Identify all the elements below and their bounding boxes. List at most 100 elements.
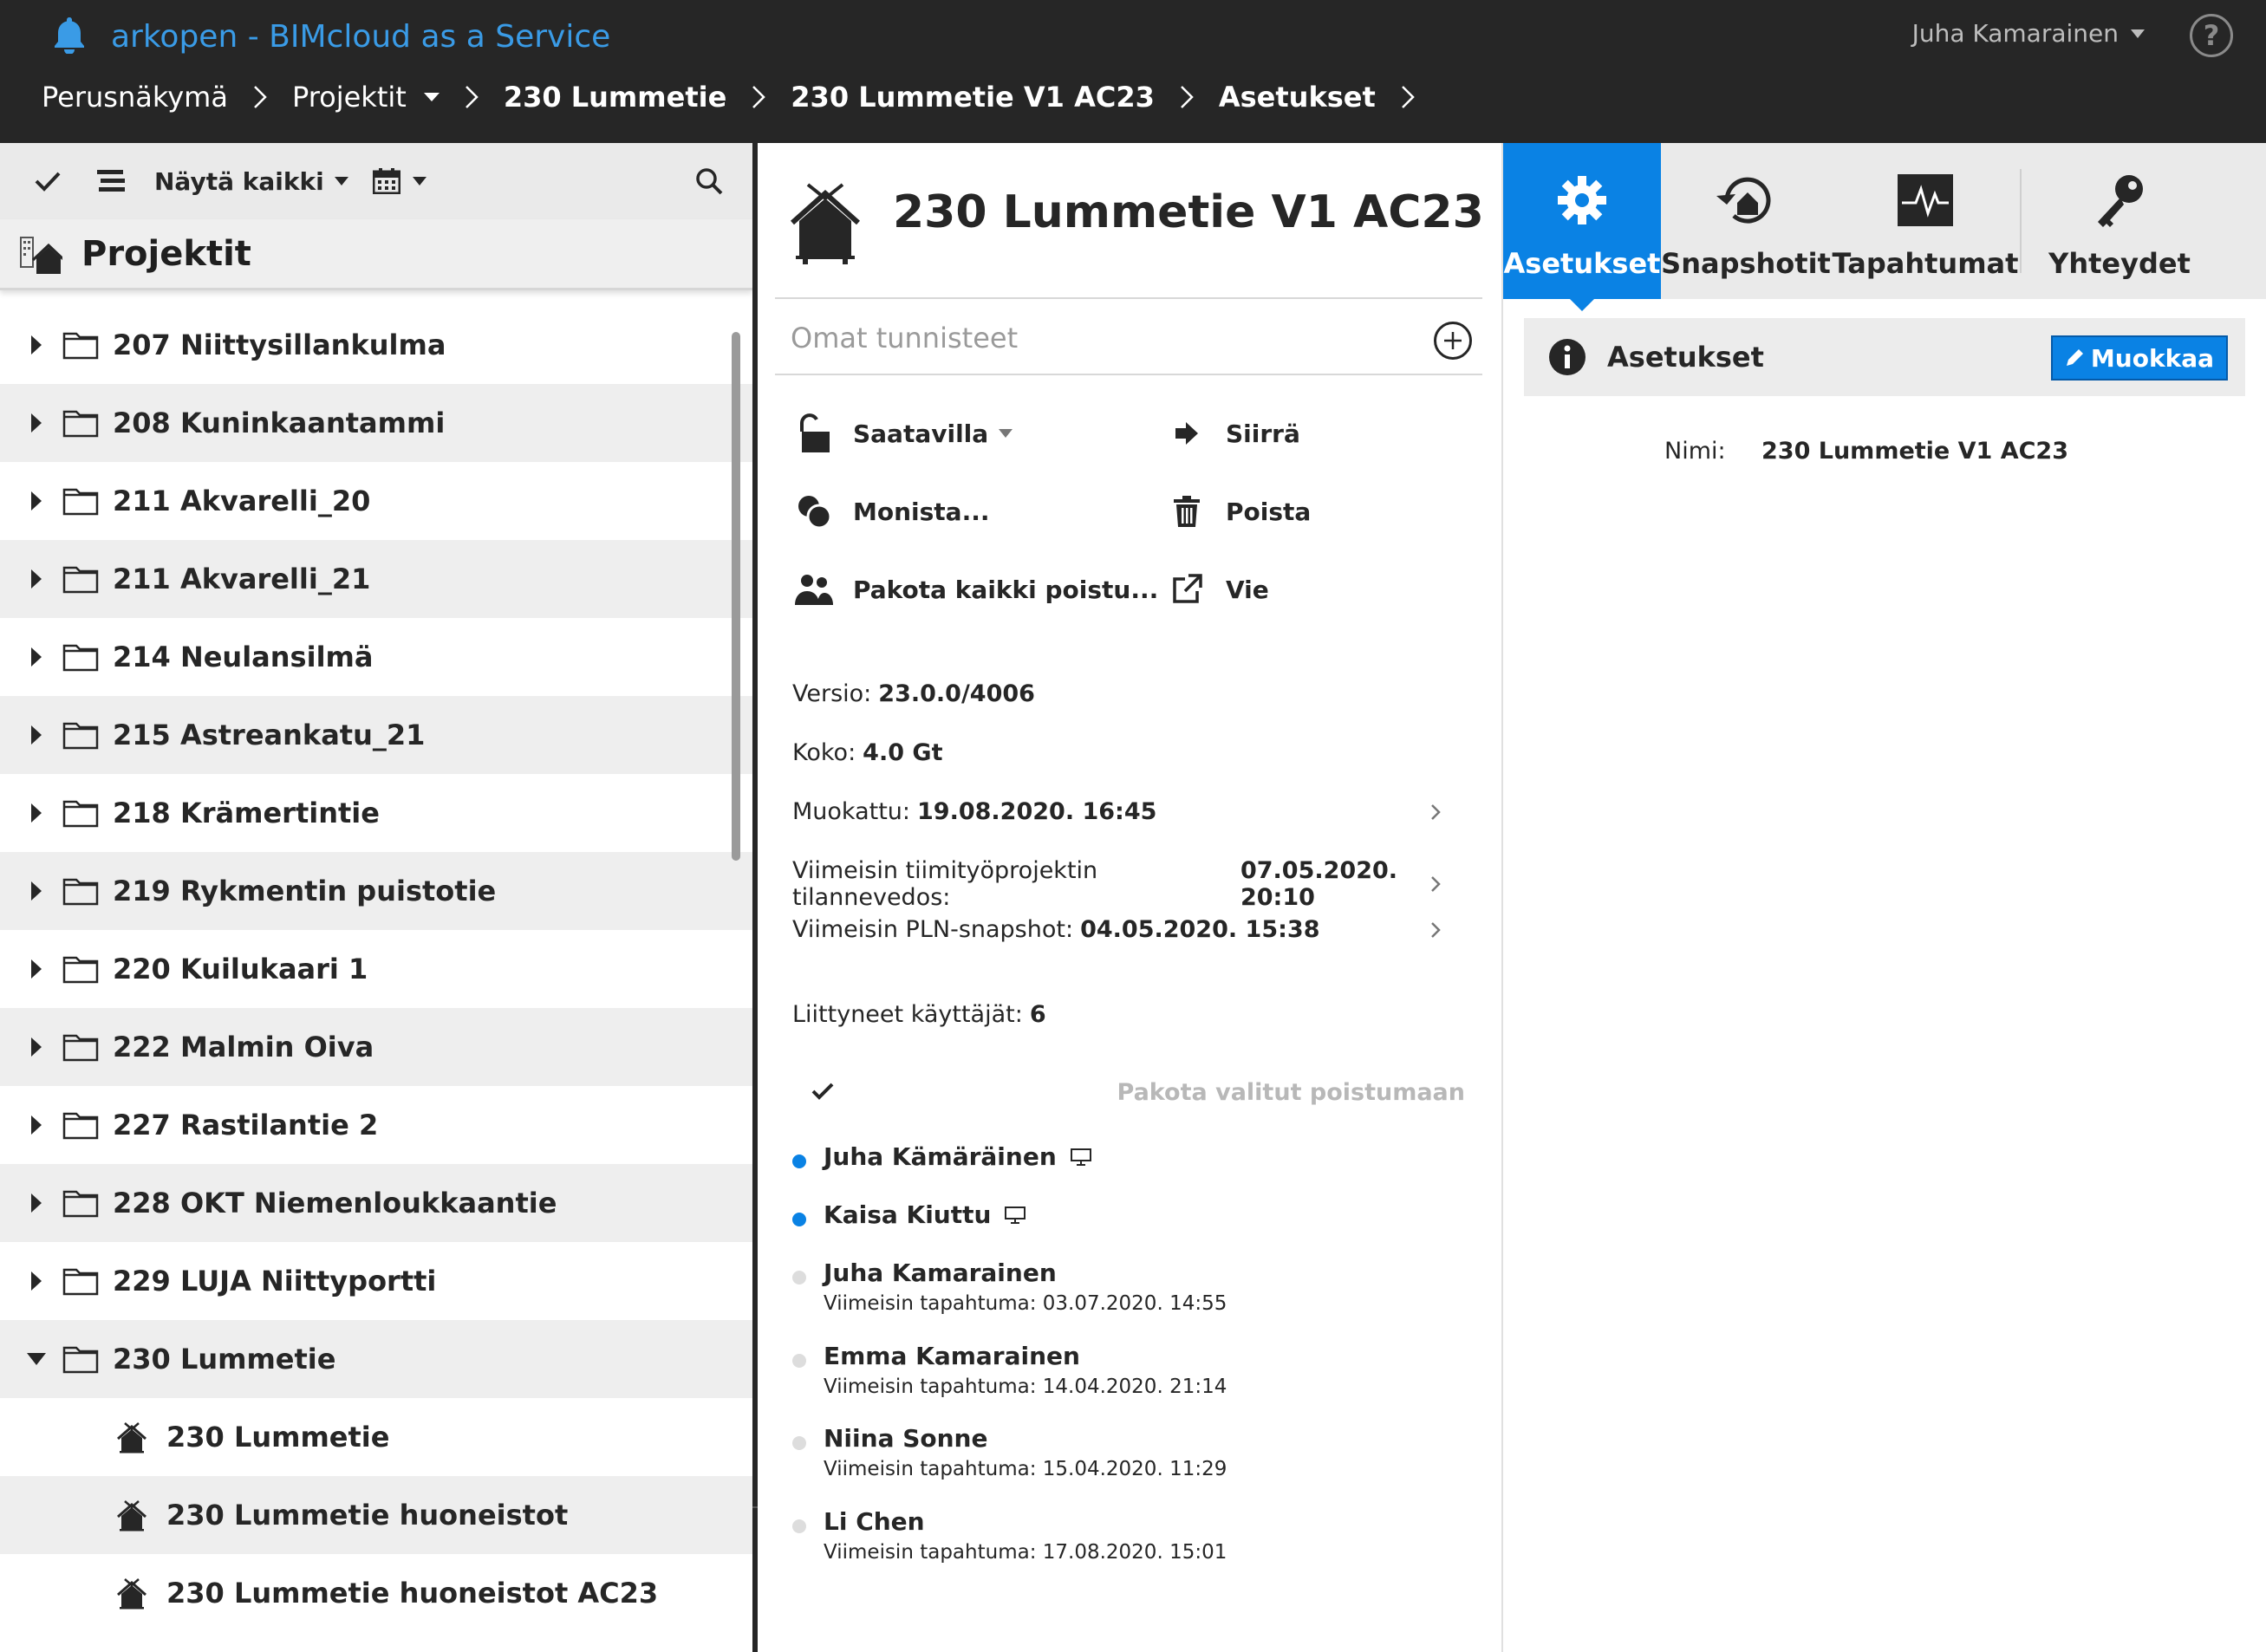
- filter-dropdown[interactable]: Näytä kaikki: [154, 167, 348, 196]
- user-name: Niina Sonne: [824, 1424, 988, 1453]
- tree-folder-row[interactable]: 222 Malmin Oiva: [0, 1008, 752, 1086]
- notification-bell-icon[interactable]: [52, 16, 87, 57]
- user-name: Kaisa Kiuttu: [824, 1200, 992, 1229]
- tab-settings[interactable]: Asetukset: [1503, 143, 1661, 311]
- user-menu[interactable]: Juha Kamarainen: [1912, 19, 2145, 48]
- tree-project-row[interactable]: 230 Lummetie huoneistot: [0, 1476, 752, 1554]
- tree-folder-row[interactable]: 211 Akvarelli_20: [0, 462, 752, 540]
- tree-item-label: 218 Krämertintie: [113, 797, 380, 829]
- caret-right-icon[interactable]: [24, 335, 49, 354]
- search-icon[interactable]: [695, 167, 723, 195]
- tree-folder-row[interactable]: 218 Krämertintie: [0, 774, 752, 852]
- tree-folder-row[interactable]: 229 LUJA Niittyportti: [0, 1242, 752, 1320]
- trash-icon: [1165, 490, 1208, 533]
- folder-icon: [62, 1344, 99, 1374]
- offline-status-dot: [792, 1354, 806, 1368]
- user-info: Juha Kamarainen Viimeisin tapahtuma: 03.0…: [824, 1259, 1227, 1315]
- tree-project-row[interactable]: 230 Lummetie huoneistot AC23: [0, 1554, 752, 1632]
- user-list-item[interactable]: Emma Kamarainen Viimeisin tapahtuma: 14.0…: [792, 1342, 1227, 1398]
- tree-scrollbar[interactable]: [732, 332, 740, 861]
- folder-icon: [62, 954, 99, 984]
- caret-down-icon[interactable]: [24, 1353, 49, 1365]
- unlock-icon: [792, 412, 836, 455]
- breadcrumb-item-projects[interactable]: Projektit: [292, 81, 440, 114]
- export-button[interactable]: Vie: [1165, 568, 1269, 611]
- edit-button[interactable]: Muokkaa: [2050, 335, 2228, 380]
- tree-item-label: 230 Lummetie huoneistot: [166, 1499, 569, 1532]
- tree-item-label: 227 Rastilantie 2: [113, 1109, 379, 1141]
- user-name: Emma Kamarainen: [824, 1342, 1080, 1370]
- tree-folder-row[interactable]: 208 Kuninkaantammi: [0, 384, 752, 462]
- caret-right-icon[interactable]: [24, 1193, 49, 1213]
- caret-right-icon[interactable]: [24, 569, 49, 589]
- breadcrumb: Perusnäkymä Projektit 230 Lummetie 230 L…: [42, 71, 1440, 123]
- tree-folder-row[interactable]: 228 OKT Niemenloukkaantie: [0, 1164, 752, 1242]
- tree-folder-row[interactable]: 207 Niittysillankulma: [0, 306, 752, 384]
- caret-right-icon[interactable]: [24, 803, 49, 823]
- user-last-activity: Viimeisin tapahtuma: 03.07.2020. 14:55: [824, 1292, 1227, 1315]
- user-list-item[interactable]: Juha Kamarainen Viimeisin tapahtuma: 03.0…: [792, 1259, 1227, 1315]
- caret-right-icon[interactable]: [24, 647, 49, 667]
- pln-snapshot-info[interactable]: Viimeisin PLN-snapshot: 04.05.2020. 15:38: [792, 916, 1465, 943]
- tree-item-label: 215 Astreankatu_21: [113, 719, 426, 751]
- delete-button[interactable]: Poista: [1165, 490, 1311, 533]
- breadcrumb-item-settings[interactable]: Asetukset: [1219, 81, 1376, 114]
- tree-project-row[interactable]: 230 Lummetie: [0, 1398, 752, 1476]
- plus-icon: [1444, 332, 1462, 349]
- add-tag-button[interactable]: [1434, 322, 1472, 360]
- teamwork-snapshot-info[interactable]: Viimeisin tiimityöprojektin tilannevedos…: [792, 857, 1465, 911]
- tab-events[interactable]: Tapahtumat: [1831, 143, 2020, 299]
- caret-right-icon[interactable]: [24, 1037, 49, 1057]
- tree-folder-row[interactable]: 230 Lummetie: [0, 1320, 752, 1398]
- tree-folder-row[interactable]: 227 Rastilantie 2: [0, 1086, 752, 1164]
- tab-snapshots[interactable]: Snapshotit: [1661, 143, 1831, 299]
- modified-info[interactable]: Muokattu: 19.08.2020. 16:45: [792, 798, 1465, 825]
- calendar-filter-dropdown[interactable]: [372, 168, 427, 194]
- user-list-item[interactable]: Niina Sonne Viimeisin tapahtuma: 15.04.20…: [792, 1424, 1227, 1480]
- tree-folder-row[interactable]: 211 Akvarelli_21: [0, 540, 752, 618]
- duplicate-button[interactable]: Monista...: [792, 490, 990, 533]
- caret-right-icon[interactable]: [24, 1272, 49, 1291]
- tree-folder-row[interactable]: 214 Neulansilmä: [0, 618, 752, 696]
- list-view-icon[interactable]: [97, 170, 125, 192]
- select-all-users-check-icon[interactable]: [811, 1082, 834, 1104]
- folder-icon: [62, 330, 99, 360]
- breadcrumb-item-home[interactable]: Perusnäkymä: [42, 81, 228, 114]
- project-title: 230 Lummetie V1 AC23: [893, 186, 1484, 238]
- tree-item-label: 230 Lummetie: [113, 1343, 336, 1376]
- tab-connections[interactable]: Yhteydet: [2022, 143, 2217, 299]
- name-field: Nimi: 230 Lummetie V1 AC23: [1664, 438, 2068, 465]
- caret-right-icon[interactable]: [24, 881, 49, 901]
- user-list-item[interactable]: Juha Kämäräinen: [792, 1142, 1091, 1171]
- availability-dropdown[interactable]: Saatavilla: [792, 412, 1013, 455]
- folder-icon: [62, 876, 99, 906]
- force-all-leave-button[interactable]: Pakota kaikki poistu...: [792, 568, 1158, 611]
- help-button[interactable]: ?: [2190, 14, 2233, 57]
- app-title[interactable]: arkopen - BIMcloud as a Service: [111, 19, 610, 55]
- folder-icon: [62, 642, 99, 672]
- tree-folder-row[interactable]: 220 Kuilukaari 1: [0, 930, 752, 1008]
- tree-item-label: 207 Niittysillankulma: [113, 328, 446, 361]
- user-last-activity: Viimeisin tapahtuma: 17.08.2020. 15:01: [824, 1541, 1227, 1564]
- breadcrumb-item-project[interactable]: 230 Lummetie V1 AC23: [791, 81, 1155, 114]
- move-button[interactable]: Siirrä: [1165, 412, 1300, 455]
- tree-folder-row[interactable]: 215 Astreankatu_21: [0, 696, 752, 774]
- folder-icon: [62, 720, 99, 750]
- user-last-activity: Viimeisin tapahtuma: 14.04.2020. 21:14: [824, 1376, 1227, 1398]
- joined-users-info: Liittyneet käyttäjät: 6: [792, 1001, 1046, 1028]
- caret-right-icon[interactable]: [24, 725, 49, 745]
- user-list-item[interactable]: Kaisa Kiuttu: [792, 1200, 1026, 1229]
- caret-right-icon[interactable]: [24, 413, 49, 433]
- tree-folder-row[interactable]: 219 Rykmentin puistotie: [0, 852, 752, 930]
- caret-right-icon[interactable]: [24, 491, 49, 511]
- force-selected-button[interactable]: Pakota valitut poistumaan: [1117, 1079, 1465, 1106]
- desktop-client-icon: [1070, 1148, 1091, 1166]
- select-all-check-icon[interactable]: [35, 171, 61, 192]
- breadcrumb-item-folder[interactable]: 230 Lummetie: [504, 81, 726, 114]
- caret-right-icon[interactable]: [24, 1115, 49, 1135]
- app-title-row: arkopen - BIMcloud as a Service: [52, 10, 610, 62]
- caret-right-icon[interactable]: [24, 959, 49, 979]
- user-list-item[interactable]: Li Chen Viimeisin tapahtuma: 17.08.2020. …: [792, 1507, 1227, 1564]
- tags-input[interactable]: Omat tunnisteet: [791, 322, 1018, 354]
- offline-status-dot: [792, 1436, 806, 1450]
